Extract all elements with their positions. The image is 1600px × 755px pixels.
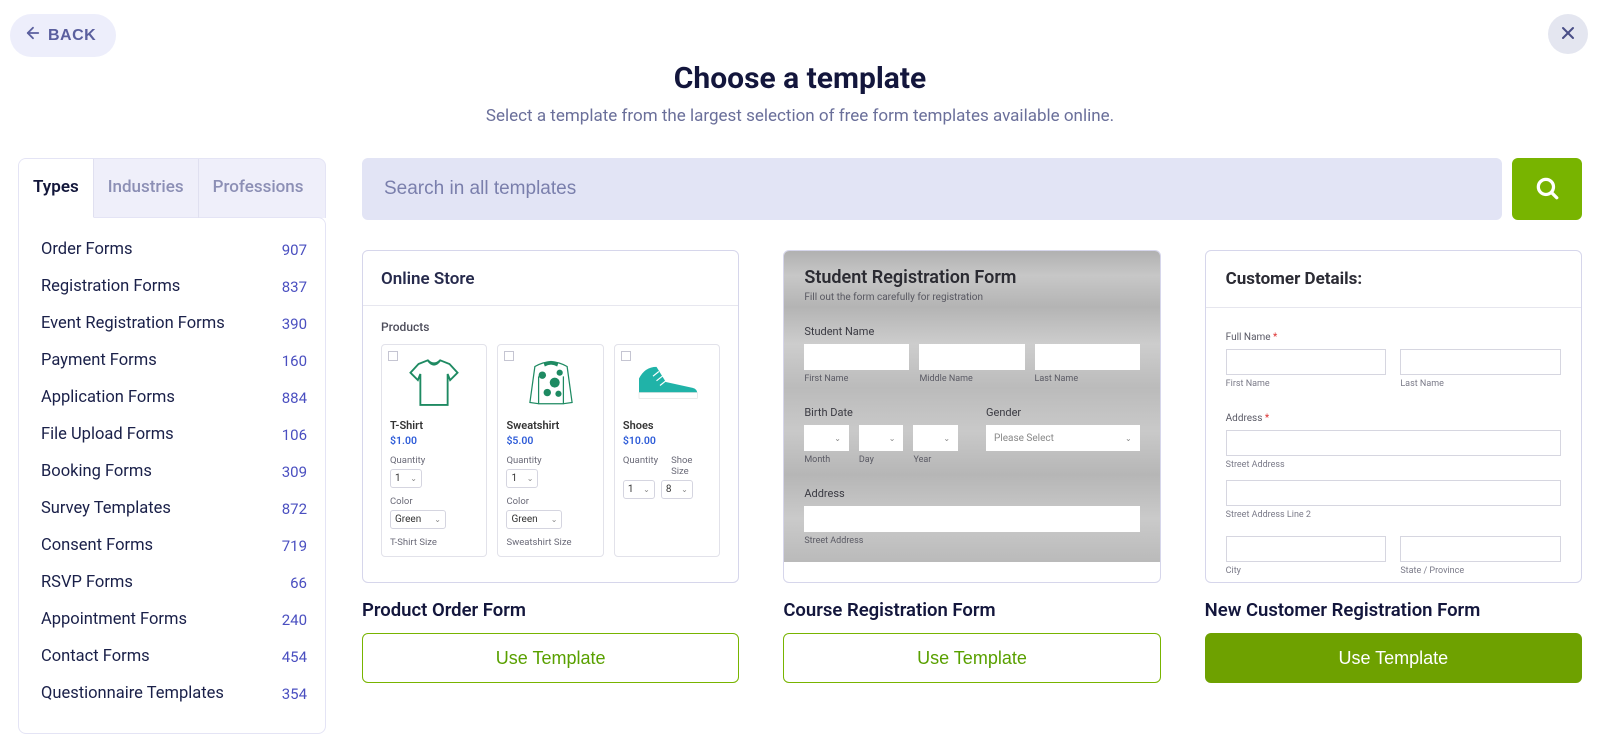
category-count: 390 xyxy=(282,315,307,333)
close-icon xyxy=(1558,23,1578,46)
sidebar-category[interactable]: Survey Templates 872 xyxy=(41,499,307,518)
category-count: 240 xyxy=(282,611,307,629)
month-select: ⌄ xyxy=(804,425,849,451)
preview-products-label: Products xyxy=(381,320,720,334)
sidebar-category[interactable]: Consent Forms 719 xyxy=(41,536,307,555)
template-preview[interactable]: Student Registration Form Fill out the f… xyxy=(783,250,1160,583)
arrow-left-icon xyxy=(24,24,42,47)
content: Online Store Products T-Shirt xyxy=(362,158,1582,734)
color-select: Green⌄ xyxy=(390,510,446,529)
sidebar-category[interactable]: Appointment Forms 240 xyxy=(41,610,307,629)
category-count: 719 xyxy=(282,537,307,555)
qty-select: 1⌄ xyxy=(390,469,422,488)
qty-select: 1⌄ xyxy=(623,480,655,499)
product-price: $10.00 xyxy=(623,434,711,447)
sidebar: Types Industries Professions Order Forms… xyxy=(18,158,326,734)
sidebar-category[interactable]: Registration Forms 837 xyxy=(41,277,307,296)
preview-title: Customer Details: xyxy=(1226,269,1561,289)
category-name: Application Forms xyxy=(41,388,175,407)
template-card: Online Store Products T-Shirt xyxy=(362,250,739,683)
use-template-button[interactable]: Use Template xyxy=(1205,633,1582,683)
template-title: Product Order Form xyxy=(362,599,739,621)
preview-title: Online Store xyxy=(381,269,720,289)
close-button[interactable] xyxy=(1548,14,1588,54)
template-title: New Customer Registration Form xyxy=(1205,599,1582,621)
tab-industries[interactable]: Industries xyxy=(94,159,199,218)
product-price: $1.00 xyxy=(390,434,478,447)
sidebar-category[interactable]: File Upload Forms 106 xyxy=(41,425,307,444)
page-subtitle: Select a template from the largest selec… xyxy=(0,106,1600,126)
category-name: Booking Forms xyxy=(41,462,152,481)
qty-select: 1⌄ xyxy=(506,469,538,488)
sidebar-category[interactable]: Booking Forms 309 xyxy=(41,462,307,481)
sidebar-category[interactable]: RSVP Forms 66 xyxy=(41,573,307,592)
page-title: Choose a template xyxy=(0,61,1600,96)
back-label: BACK xyxy=(48,27,96,45)
search-input[interactable] xyxy=(362,158,1502,220)
product-item: T-Shirt $1.00 Quantity 1⌄ Color Green⌄ T… xyxy=(381,344,487,557)
product-name: Sweatshirt xyxy=(506,419,594,432)
tab-types[interactable]: Types xyxy=(19,159,94,218)
sidebar-category[interactable]: Questionnaire Templates 354 xyxy=(41,684,307,703)
category-count: 309 xyxy=(282,463,307,481)
template-preview[interactable]: Online Store Products T-Shirt xyxy=(362,250,739,583)
category-count: 907 xyxy=(282,241,307,259)
sidebar-category[interactable]: Contact Forms 454 xyxy=(41,647,307,666)
template-card: Student Registration Form Fill out the f… xyxy=(783,250,1160,683)
tab-professions[interactable]: Professions xyxy=(199,159,318,218)
product-item: Shoes $10.00 Quantity Shoe Size 1⌄ 8⌄ xyxy=(614,344,720,557)
category-count: 354 xyxy=(282,685,307,703)
category-name: RSVP Forms xyxy=(41,573,133,592)
gender-select: Please Select⌄ xyxy=(986,425,1140,451)
category-count: 454 xyxy=(282,648,307,666)
year-select: ⌄ xyxy=(913,425,958,451)
sweatshirt-icon xyxy=(506,351,594,413)
category-count: 884 xyxy=(282,389,307,407)
shoe-icon xyxy=(623,351,711,413)
category-count: 106 xyxy=(282,426,307,444)
category-count: 872 xyxy=(282,500,307,518)
template-card: Customer Details: Full Name First Name L… xyxy=(1205,250,1582,683)
back-button[interactable]: BACK xyxy=(10,14,116,57)
category-count: 66 xyxy=(290,574,307,592)
search-button[interactable] xyxy=(1512,158,1582,220)
product-name: Shoes xyxy=(623,419,711,432)
category-name: Questionnaire Templates xyxy=(41,684,224,703)
template-title: Course Registration Form xyxy=(783,599,1160,621)
preview-title: Student Registration Form xyxy=(804,267,1139,288)
category-name: Contact Forms xyxy=(41,647,150,666)
day-select: ⌄ xyxy=(859,425,904,451)
category-name: File Upload Forms xyxy=(41,425,174,444)
category-name: Order Forms xyxy=(41,240,132,259)
use-template-button[interactable]: Use Template xyxy=(783,633,1160,683)
sidebar-category[interactable]: Payment Forms 160 xyxy=(41,351,307,370)
sidebar-category[interactable]: Order Forms 907 xyxy=(41,240,307,259)
category-name: Event Registration Forms xyxy=(41,314,225,333)
product-item: Sweatshirt $5.00 Quantity 1⌄ Color Green… xyxy=(497,344,603,557)
category-name: Survey Templates xyxy=(41,499,171,518)
sidebar-tabs: Types Industries Professions xyxy=(18,158,326,218)
product-name: T-Shirt xyxy=(390,419,478,432)
search-icon xyxy=(1534,175,1560,204)
sidebar-categories: Order Forms 907 Registration Forms 837 Event… xyxy=(18,217,326,734)
sidebar-category[interactable]: Event Registration Forms 390 xyxy=(41,314,307,333)
product-price: $5.00 xyxy=(506,434,594,447)
tshirt-icon xyxy=(390,351,478,413)
category-name: Payment Forms xyxy=(41,351,157,370)
sidebar-category[interactable]: Application Forms 884 xyxy=(41,388,307,407)
template-preview[interactable]: Customer Details: Full Name First Name L… xyxy=(1205,250,1582,583)
category-name: Appointment Forms xyxy=(41,610,187,629)
size-select: 8⌄ xyxy=(661,480,693,499)
color-select: Green⌄ xyxy=(506,510,562,529)
category-count: 160 xyxy=(282,352,307,370)
use-template-button[interactable]: Use Template xyxy=(362,633,739,683)
category-name: Consent Forms xyxy=(41,536,153,555)
category-count: 837 xyxy=(282,278,307,296)
category-name: Registration Forms xyxy=(41,277,180,296)
